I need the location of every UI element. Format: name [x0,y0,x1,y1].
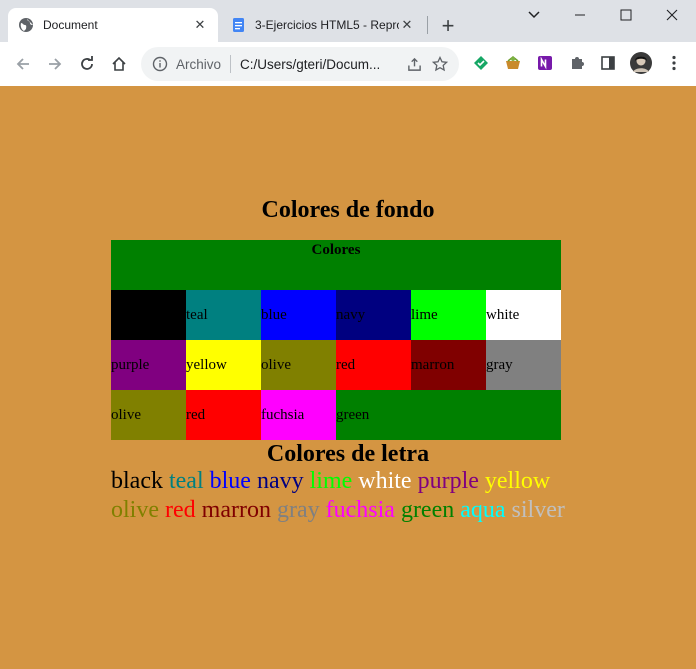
color-word-blue: blue [209,468,251,494]
color-cell-teal: teal [186,290,261,340]
toolbar: Archivo C:/Users/gteri/Docum... [0,42,696,86]
color-cell-red: red [336,340,411,390]
color-word-marron: marron [201,497,271,523]
tab-title: 3-Ejercicios HTML5 - Repro [255,18,399,32]
text-heading: Colores de letra [266,441,430,467]
color-cell-lime: lime [411,290,486,340]
tab-separator [427,16,428,34]
close-window-icon[interactable] [649,0,695,30]
address-bar[interactable]: Archivo C:/Users/gteri/Docum... [141,47,459,81]
tab-search-icon[interactable] [511,0,557,30]
tab-strip: Document ✕ 3-Ejercicios HTML5 - Repro ✕ … [0,0,696,42]
docs-icon [230,17,246,33]
extension-basket-icon[interactable] [502,52,524,74]
color-cell-red: red [186,390,261,440]
color-word-lime: lime [309,468,353,494]
maximize-icon[interactable] [603,0,649,30]
address-scheme: Archivo [176,56,222,72]
color-table: Colores black teal blue navy lime white purple… [111,240,561,440]
puzzle-icon[interactable] [566,52,588,74]
color-word-purple: purple [417,468,479,494]
globe-icon [18,17,34,33]
sidepanel-icon[interactable] [597,52,619,74]
color-word-black: black [111,468,163,494]
color-cell-olive: olive [111,390,186,440]
color-word-gray: gray [276,497,320,523]
browser-chrome: Document ✕ 3-Ejercicios HTML5 - Repro ✕ … [0,0,696,86]
info-icon[interactable] [151,55,169,73]
color-word-green: green [400,497,455,523]
color-word-white: white [358,468,412,494]
tab-document[interactable]: Document ✕ [8,8,218,42]
color-word-teal: teal [168,468,204,494]
color-cell-yellow: yellow [186,340,261,390]
color-cell-black: black [111,290,186,340]
bg-heading: Colores de fondo [261,197,435,223]
text-color-line-2: olive red marron gray fuchsia green aqua… [111,496,671,525]
profile-avatar[interactable] [629,51,653,75]
table-caption: Colores [311,242,361,258]
color-cell-navy: navy [336,290,411,340]
text-color-line-1: black teal blue navy lime white purple y… [111,467,671,496]
tab-title: Document [43,18,98,32]
forward-icon[interactable] [41,50,69,78]
page-content: Colores de fondo Colores black teal blue na… [0,86,696,669]
more-menu-icon[interactable] [663,52,685,74]
close-tab-icon[interactable]: ✕ [399,17,415,33]
color-cell-white: white [486,290,561,340]
onenote-icon[interactable] [534,52,556,74]
extension-green-icon[interactable] [470,52,492,74]
new-tab-button[interactable]: + [436,13,460,38]
color-cell-gray: gray [486,340,561,390]
star-icon[interactable] [427,51,453,77]
color-word-fuchsia: fuchsia [325,497,395,523]
color-word-red: red [165,497,196,523]
color-cell-marron: marron [411,340,486,390]
address-url[interactable]: C:/Users/gteri/Docum... [240,57,401,72]
color-word-navy: navy [256,468,304,494]
color-word-aqua: aqua [460,497,506,523]
color-cell-fuchsia: fuchsia [261,390,336,440]
address-divider [230,55,232,73]
color-cell-blue: blue [261,290,336,340]
back-icon[interactable] [9,50,37,78]
color-cell-purple: purple [111,340,186,390]
color-word-silver: silver [511,497,565,523]
minimize-icon[interactable] [557,0,603,30]
reload-icon[interactable] [73,50,101,78]
home-icon[interactable] [105,50,133,78]
tab-ejercicios[interactable]: 3-Ejercicios HTML5 - Repro ✕ [220,8,425,42]
share-icon[interactable] [401,51,427,77]
color-word-yellow: yellow [484,468,551,494]
color-cell-olive: olive [261,340,336,390]
close-tab-icon[interactable]: ✕ [192,17,208,33]
color-word-olive: olive [111,497,159,523]
color-cell-green: green [336,390,411,440]
